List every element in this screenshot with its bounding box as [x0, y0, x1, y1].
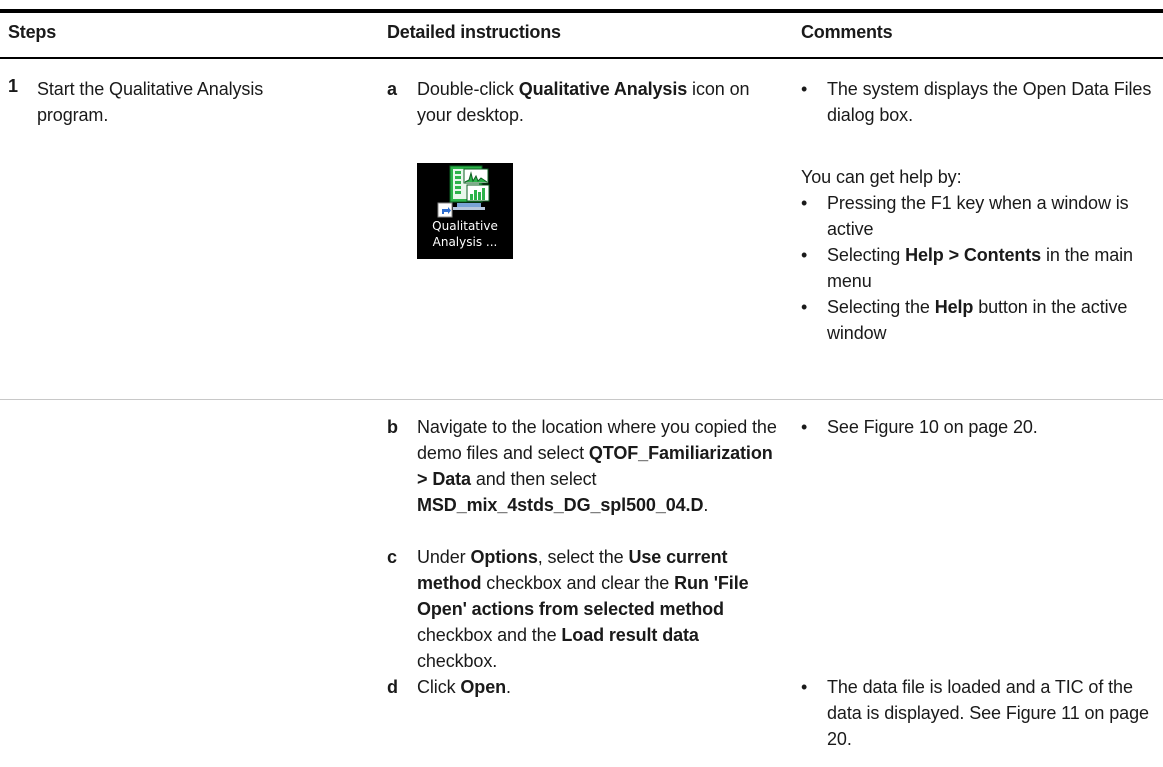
procedure-table: Steps Detailed instructions Comments 1 S… [0, 0, 1163, 767]
instruction-text: Click Open. [417, 677, 511, 697]
bullet-icon: • [801, 677, 808, 697]
comment-help-button: • Selecting the Help button in the activ… [801, 294, 1161, 346]
comment-data-file-loaded: • The data file is loaded and a TIC of t… [801, 674, 1161, 752]
instruction-letter: c [387, 547, 397, 567]
instruction-text: Double-click Qualitative Analysis icon o… [417, 79, 750, 125]
comment-help-f1: • Pressing the F1 key when a window is a… [801, 190, 1161, 242]
row-divider [0, 399, 1163, 400]
instruction-text: Navigate to the location where you copie… [417, 417, 777, 515]
bullet-icon: • [801, 297, 808, 317]
header-comments: Comments [801, 22, 893, 42]
instruction-c: c Under Options, select the Use current … [387, 544, 777, 674]
bullet-icon: • [801, 245, 808, 265]
header-rule [0, 57, 1163, 59]
top-rule [0, 9, 1163, 13]
header-steps: Steps [8, 22, 57, 42]
instruction-d: d Click Open. [387, 674, 777, 700]
instruction-letter: b [387, 417, 398, 437]
header-detailed-instructions: Detailed instructions [387, 22, 561, 42]
step-number: 1 [8, 76, 19, 96]
instruction-b: b Navigate to the location where you cop… [387, 414, 777, 518]
instruction-text: Under Options, select the Use current me… [417, 547, 749, 671]
monitor-chart-icon [437, 165, 490, 218]
instruction-a: a Double-click Qualitative Analysis icon… [387, 76, 777, 128]
step-text: Start the Qualitative Analysis program. [37, 79, 264, 125]
help-intro: You can get help by: [801, 167, 962, 187]
comment-help-contents: • Selecting Help > Contents in the main … [801, 242, 1161, 294]
bullet-icon: • [801, 79, 808, 99]
instruction-letter: a [387, 79, 397, 99]
bullet-icon: • [801, 417, 808, 437]
comment-see-figure-10: • See Figure 10 on page 20. [801, 414, 1161, 440]
instruction-letter: d [387, 677, 398, 697]
bullet-icon: • [801, 193, 808, 213]
qualitative-analysis-desktop-icon[interactable]: Qualitative Analysis ... [417, 163, 513, 259]
comment-open-data-files: • The system displays the Open Data File… [801, 76, 1161, 128]
desktop-icon-label: Qualitative Analysis ... [432, 219, 498, 249]
